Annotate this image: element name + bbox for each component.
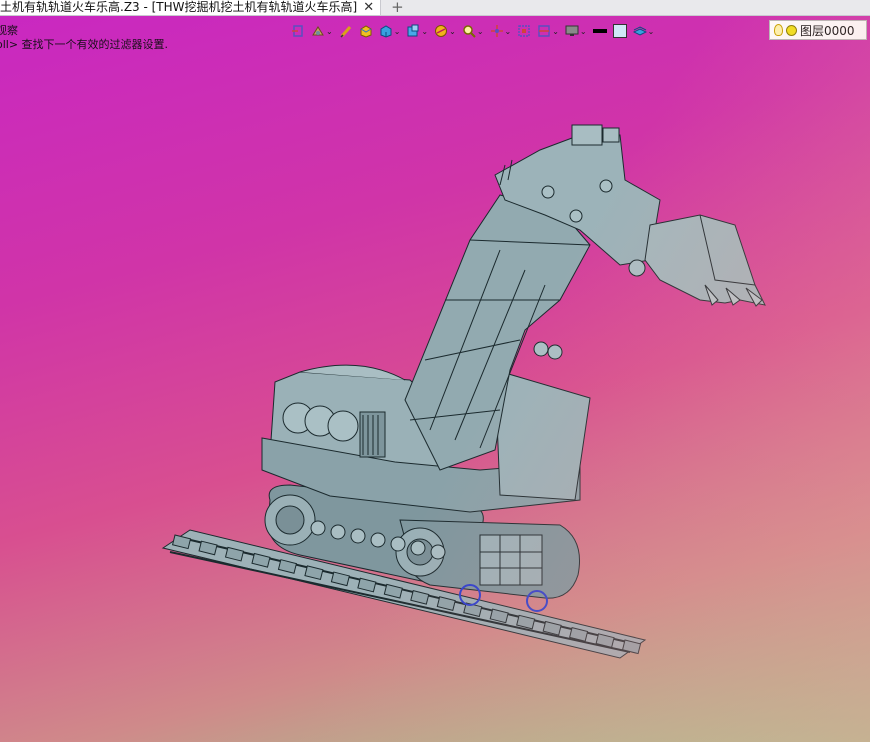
document-tab-title: 土机有轨轨道火车乐高.Z3 - [THW挖掘机挖土机有轨轨道火车乐高] [0,0,358,14]
track-roller [350,528,366,544]
document-tab[interactable]: 土机有轨轨道火车乐高.Z3 - [THW挖掘机挖土机有轨轨道火车乐高] ✕ [0,0,382,15]
excavator-model[interactable] [0,16,870,742]
track-roller [410,540,426,556]
3d-viewport[interactable]: 观察 oll> 查找下一个有效的过滤器设置. ⌄ ⌄ ⌄ ⌄ ⌄ ⌄ ⌄ ⌄ ⌄… [0,16,870,742]
excavator-bucket [644,214,766,307]
track-roller [430,544,446,560]
new-tab-icon[interactable]: + [391,0,404,15]
track-roller [370,532,386,548]
track-roller [310,520,326,536]
track-roller [330,524,346,540]
close-tab-icon[interactable]: ✕ [363,0,374,15]
track-roller [390,536,406,552]
title-bar: 土机有轨轨道火车乐高.Z3 - [THW挖掘机挖土机有轨轨道火车乐高] ✕ + [0,0,870,16]
